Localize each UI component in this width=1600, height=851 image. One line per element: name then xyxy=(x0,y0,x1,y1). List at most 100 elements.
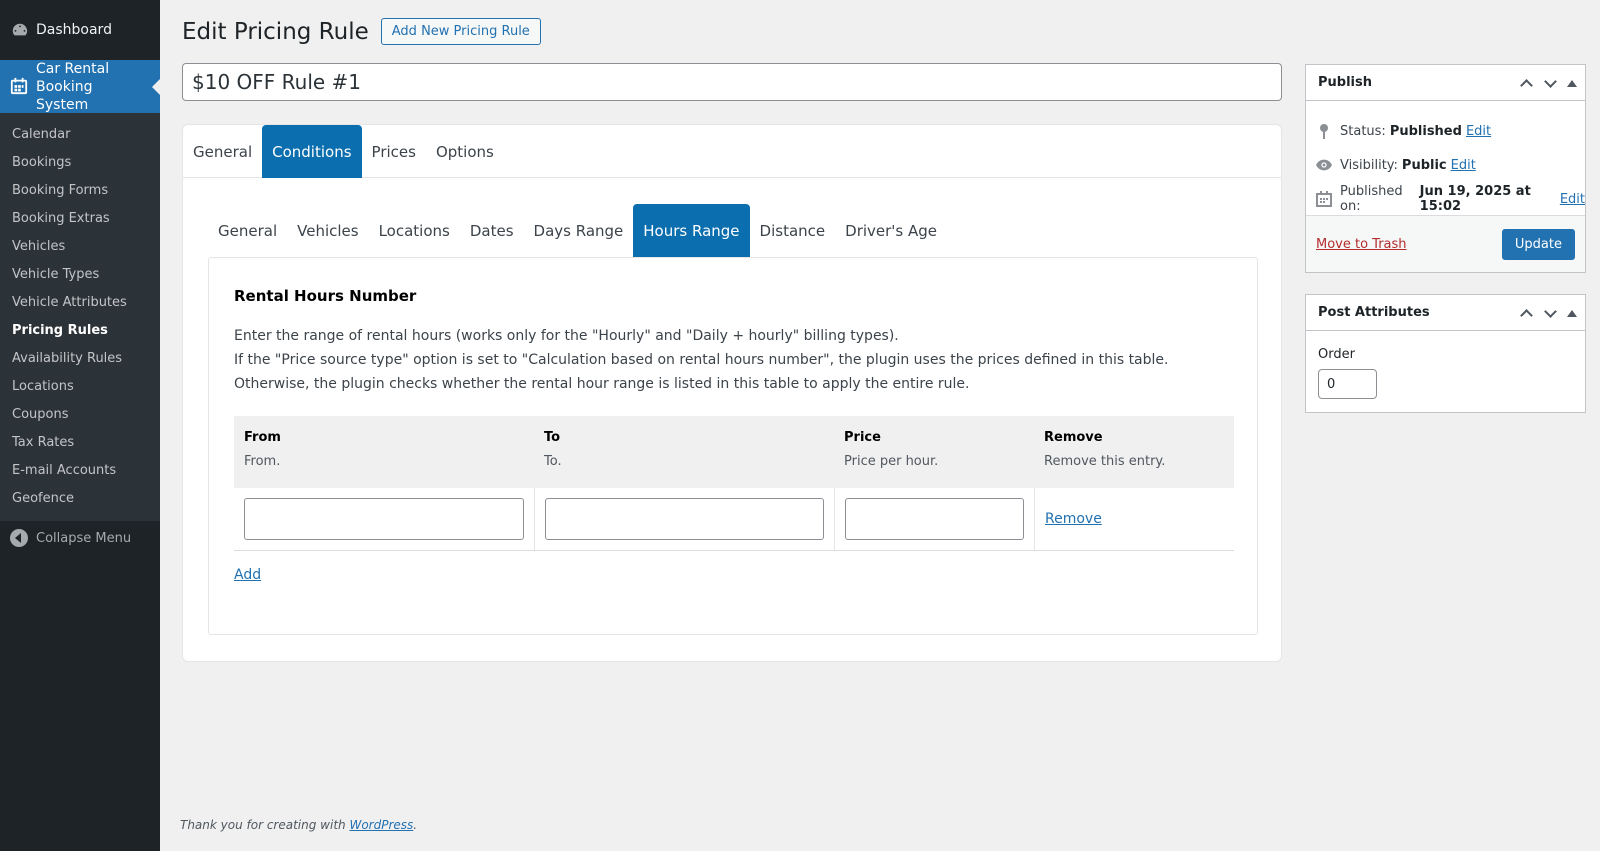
column-subtitle: Remove this entry. xyxy=(1044,454,1166,469)
column-title: Price xyxy=(844,430,881,445)
main-content: Edit Pricing Rule Add New Pricing Rule $… xyxy=(160,0,1600,851)
description-line: Otherwise, the plugin checks whether the… xyxy=(234,376,970,392)
visibility-value: Public xyxy=(1401,157,1447,173)
hours-range-section: Rental Hours Number Enter the range of r… xyxy=(208,257,1258,635)
pin-icon xyxy=(1316,123,1332,139)
box-controls xyxy=(1519,295,1577,331)
subtab-distance[interactable]: Distance xyxy=(750,204,836,258)
collapse-menu-button[interactable]: Collapse Menu xyxy=(0,521,160,555)
box-controls xyxy=(1519,65,1577,101)
add-new-pricing-rule-button[interactable]: Add New Pricing Rule xyxy=(380,18,541,45)
sidebar-item-booking-forms[interactable]: Booking Forms xyxy=(0,177,160,205)
subtab-drivers-age[interactable]: Driver's Age xyxy=(835,204,947,258)
edit-visibility-link[interactable]: Edit xyxy=(1451,158,1476,173)
cell-from xyxy=(234,488,534,550)
edit-status-link[interactable]: Edit xyxy=(1466,124,1491,139)
cell-to xyxy=(534,488,834,550)
page-header: Edit Pricing Rule Add New Pricing Rule xyxy=(182,18,541,45)
footer-text: Thank you for creating with xyxy=(180,818,350,832)
published-on-label: Published on: xyxy=(1340,184,1403,214)
column-subtitle: From. xyxy=(244,454,281,469)
sidebar-item-locations[interactable]: Locations xyxy=(0,373,160,401)
sidebar-item-booking-extras[interactable]: Booking Extras xyxy=(0,205,160,233)
column-title: From xyxy=(244,430,281,445)
subtab-hours-range[interactable]: Hours Range xyxy=(633,204,750,258)
column-title: Remove xyxy=(1044,430,1103,445)
sidebar-item-vehicle-types[interactable]: Vehicle Types xyxy=(0,261,160,289)
update-button[interactable]: Update xyxy=(1501,228,1575,260)
collapse-menu-label: Collapse Menu xyxy=(36,530,132,546)
tab-general[interactable]: General xyxy=(183,125,262,178)
menu-car-rental[interactable]: Car Rental Booking System xyxy=(0,60,160,113)
main-tabs: General Conditions Prices Options xyxy=(183,125,1281,178)
toggle-panel-icon[interactable] xyxy=(1567,79,1577,87)
calendar-icon xyxy=(10,77,30,97)
sidebar-item-vehicles[interactable]: Vehicles xyxy=(0,233,160,261)
subtab-days-range[interactable]: Days Range xyxy=(524,204,634,258)
to-input[interactable] xyxy=(545,498,824,540)
status-value: Published xyxy=(1389,123,1462,139)
price-input[interactable] xyxy=(845,498,1024,540)
published-on-row: Published on: Jun 19, 2025 at 15:02 Edit xyxy=(1306,182,1585,216)
subtab-vehicles[interactable]: Vehicles xyxy=(287,204,368,258)
subtab-dates[interactable]: Dates xyxy=(460,204,524,258)
table-row: Remove xyxy=(234,488,1234,551)
column-price: Price Price per hour. xyxy=(834,416,1034,488)
rule-settings-panel: General Conditions Prices Options Genera… xyxy=(182,124,1282,662)
post-attributes-header: Post Attributes xyxy=(1306,295,1585,331)
sidebar-item-geofence[interactable]: Geofence xyxy=(0,485,160,513)
remove-link[interactable]: Remove xyxy=(1045,511,1102,527)
edit-date-link[interactable]: Edit xyxy=(1560,192,1585,207)
wordpress-link[interactable]: WordPress xyxy=(349,818,413,832)
publish-box: Publish Status: Published Edit Visibilit… xyxy=(1305,64,1586,273)
sidebar-item-pricing-rules[interactable]: Pricing Rules xyxy=(0,317,160,345)
sidebar-item-vehicle-attributes[interactable]: Vehicle Attributes xyxy=(0,289,160,317)
page-title: Edit Pricing Rule xyxy=(182,18,369,45)
sidebar-item-email-accounts[interactable]: E-mail Accounts xyxy=(0,457,160,485)
sidebar-item-bookings[interactable]: Bookings xyxy=(0,149,160,177)
visibility-label: Visibility: xyxy=(1340,157,1398,173)
publish-box-header: Publish xyxy=(1306,65,1585,101)
publish-actions: Move to Trash Update xyxy=(1306,215,1585,272)
column-from: From From. xyxy=(234,416,534,488)
menu-dashboard-label: Dashboard xyxy=(36,22,112,38)
hours-range-table: From From. To To. Price Price per hour. … xyxy=(234,416,1234,551)
move-up-icon[interactable] xyxy=(1519,76,1533,90)
visibility-row: Visibility: Public Edit xyxy=(1306,148,1585,182)
post-title-input[interactable]: $10 OFF Rule #1 xyxy=(182,63,1282,101)
submenu: Calendar Bookings Booking Forms Booking … xyxy=(0,113,160,521)
calendar-icon xyxy=(1316,191,1332,207)
move-down-icon[interactable] xyxy=(1543,76,1557,90)
move-up-icon[interactable] xyxy=(1519,306,1533,320)
eye-icon xyxy=(1316,157,1332,173)
column-title: To xyxy=(544,430,561,445)
move-to-trash-link[interactable]: Move to Trash xyxy=(1316,237,1407,252)
sidebar-item-tax-rates[interactable]: Tax Rates xyxy=(0,429,160,457)
sidebar-item-coupons[interactable]: Coupons xyxy=(0,401,160,429)
order-label: Order xyxy=(1318,347,1355,362)
status-row: Status: Published Edit xyxy=(1306,114,1585,148)
subtab-general[interactable]: General xyxy=(208,204,287,258)
toggle-panel-icon[interactable] xyxy=(1567,309,1577,317)
section-description: Enter the range of rental hours (works o… xyxy=(234,324,1168,396)
sidebar-item-calendar[interactable]: Calendar xyxy=(0,121,160,149)
description-line: If the "Price source type" option is set… xyxy=(234,352,1169,368)
tab-options[interactable]: Options xyxy=(426,125,504,178)
sidebar-item-availability-rules[interactable]: Availability Rules xyxy=(0,345,160,373)
column-subtitle: To. xyxy=(544,454,562,469)
column-to: To To. xyxy=(534,416,834,488)
menu-car-rental-label: Car Rental Booking System xyxy=(36,60,110,113)
column-remove: Remove Remove this entry. xyxy=(1034,416,1234,488)
tab-prices[interactable]: Prices xyxy=(362,125,426,178)
description-line: Enter the range of rental hours (works o… xyxy=(234,328,899,344)
add-row-link[interactable]: Add xyxy=(234,567,261,583)
order-input[interactable]: 0 xyxy=(1318,369,1377,399)
section-heading: Rental Hours Number xyxy=(234,287,417,305)
from-input[interactable] xyxy=(244,498,524,540)
menu-dashboard[interactable]: Dashboard xyxy=(0,0,160,60)
publish-info: Status: Published Edit Visibility: Publi… xyxy=(1306,101,1585,216)
subtab-locations[interactable]: Locations xyxy=(369,204,460,258)
move-down-icon[interactable] xyxy=(1543,306,1557,320)
column-subtitle: Price per hour. xyxy=(844,454,939,469)
tab-conditions[interactable]: Conditions xyxy=(262,125,362,178)
